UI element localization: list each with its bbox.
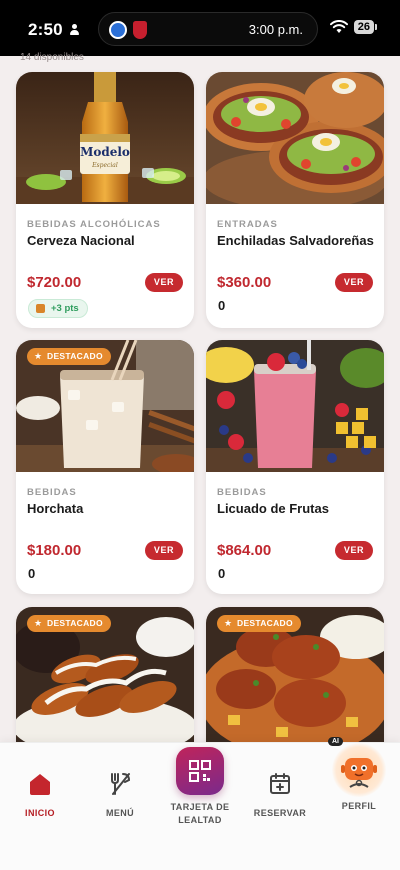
product-name: Horchata [27,501,84,516]
nav-menu[interactable]: MENÚ [85,771,155,818]
utensils-icon [111,773,131,795]
product-price: $360.00 [217,274,272,291]
product-card[interactable]: Modelo Especial BEBIDAS ALCOHÓLICAS Cerv… [16,72,194,328]
product-price: $180.00 [27,542,82,559]
featured-badge-text: DESTACADO [47,351,103,361]
calendar-plus-icon [270,773,290,794]
product-card[interactable]: BEBIDAS Licuado de Frutas $864.00 VER 0 [206,340,384,594]
product-category: BEBIDAS ALCOHÓLICAS [27,219,161,230]
dynamic-island[interactable]: 3:00 p.m. [98,12,318,46]
featured-badge: DESTACADO [217,615,301,632]
product-name: Enchiladas Salvadoreñas [217,233,374,248]
nav-label: RESERVAR [253,808,307,818]
product-image-enchiladas [206,72,384,204]
product-category: BEBIDAS [27,487,77,498]
clock-text: 2:50 [28,20,63,39]
home-icon [30,774,50,795]
view-button[interactable]: VER [145,541,183,560]
svg-text:Especial: Especial [91,162,118,169]
product-price: $864.00 [217,542,272,559]
results-count: 14 disponibles [20,52,84,63]
gift-icon [36,304,45,313]
product-extra-value: 0 [218,566,226,581]
qr-code-icon [189,760,211,782]
ai-badge: AI [328,737,343,746]
points-text: +3 pts [51,303,79,314]
product-card[interactable]: ENTRADAS Enchiladas Salvadoreñas $360.00… [206,72,384,328]
product-extra-value: 0 [218,298,226,313]
nav-reservar[interactable]: RESERVAR [245,771,315,818]
bottom-navigation: INICIO MENÚ TARJETA DE LEALTAD RESERVAR [0,737,400,870]
loyalty-card-button[interactable] [176,747,224,795]
status-indicators: 26 [329,20,378,34]
wifi-icon [329,20,348,33]
nav-label: MENÚ [105,808,135,818]
nav-label: INICIO [25,808,55,818]
product-name: Cerveza Nacional [27,233,135,248]
profile-avatar-button[interactable] [332,743,386,797]
product-category: BEBIDAS [217,487,267,498]
product-card[interactable]: DESTACADO BEBIDAS Horchata $180.00 VER 0 [16,340,194,594]
featured-badge: DESTACADO [27,348,111,365]
status-time: 2:50 [28,20,80,40]
product-category: ENTRADAS [217,219,278,230]
product-image-beer: Modelo Especial [16,72,194,204]
view-button[interactable]: VER [145,273,183,292]
view-button[interactable]: VER [335,273,373,292]
team-logo-icon [109,21,127,39]
product-price: $720.00 [27,274,82,291]
product-name: Licuado de Frutas [217,501,329,516]
points-badge: +3 pts [28,299,88,318]
team-crest-icon [133,21,147,39]
product-image-smoothie [206,340,384,472]
featured-badge-text: DESTACADO [47,618,103,628]
featured-badge-text: DESTACADO [237,618,293,628]
featured-badge: DESTACADO [27,615,111,632]
person-icon [69,24,80,36]
battery-indicator: 26 [353,20,378,34]
view-button[interactable]: VER [335,541,373,560]
island-time: 3:00 p.m. [248,22,303,37]
robot-avatar-icon [341,758,377,788]
product-extra-value: 0 [28,566,36,581]
nav-inicio[interactable]: INICIO [5,771,75,818]
status-bar: 2:50 3:00 p.m. 26 [0,0,400,56]
loyalty-card-label[interactable]: TARJETA DE LEALTAD [160,801,240,827]
nav-label[interactable]: PERFIL [324,801,394,811]
svg-text:Modelo: Modelo [80,145,130,159]
